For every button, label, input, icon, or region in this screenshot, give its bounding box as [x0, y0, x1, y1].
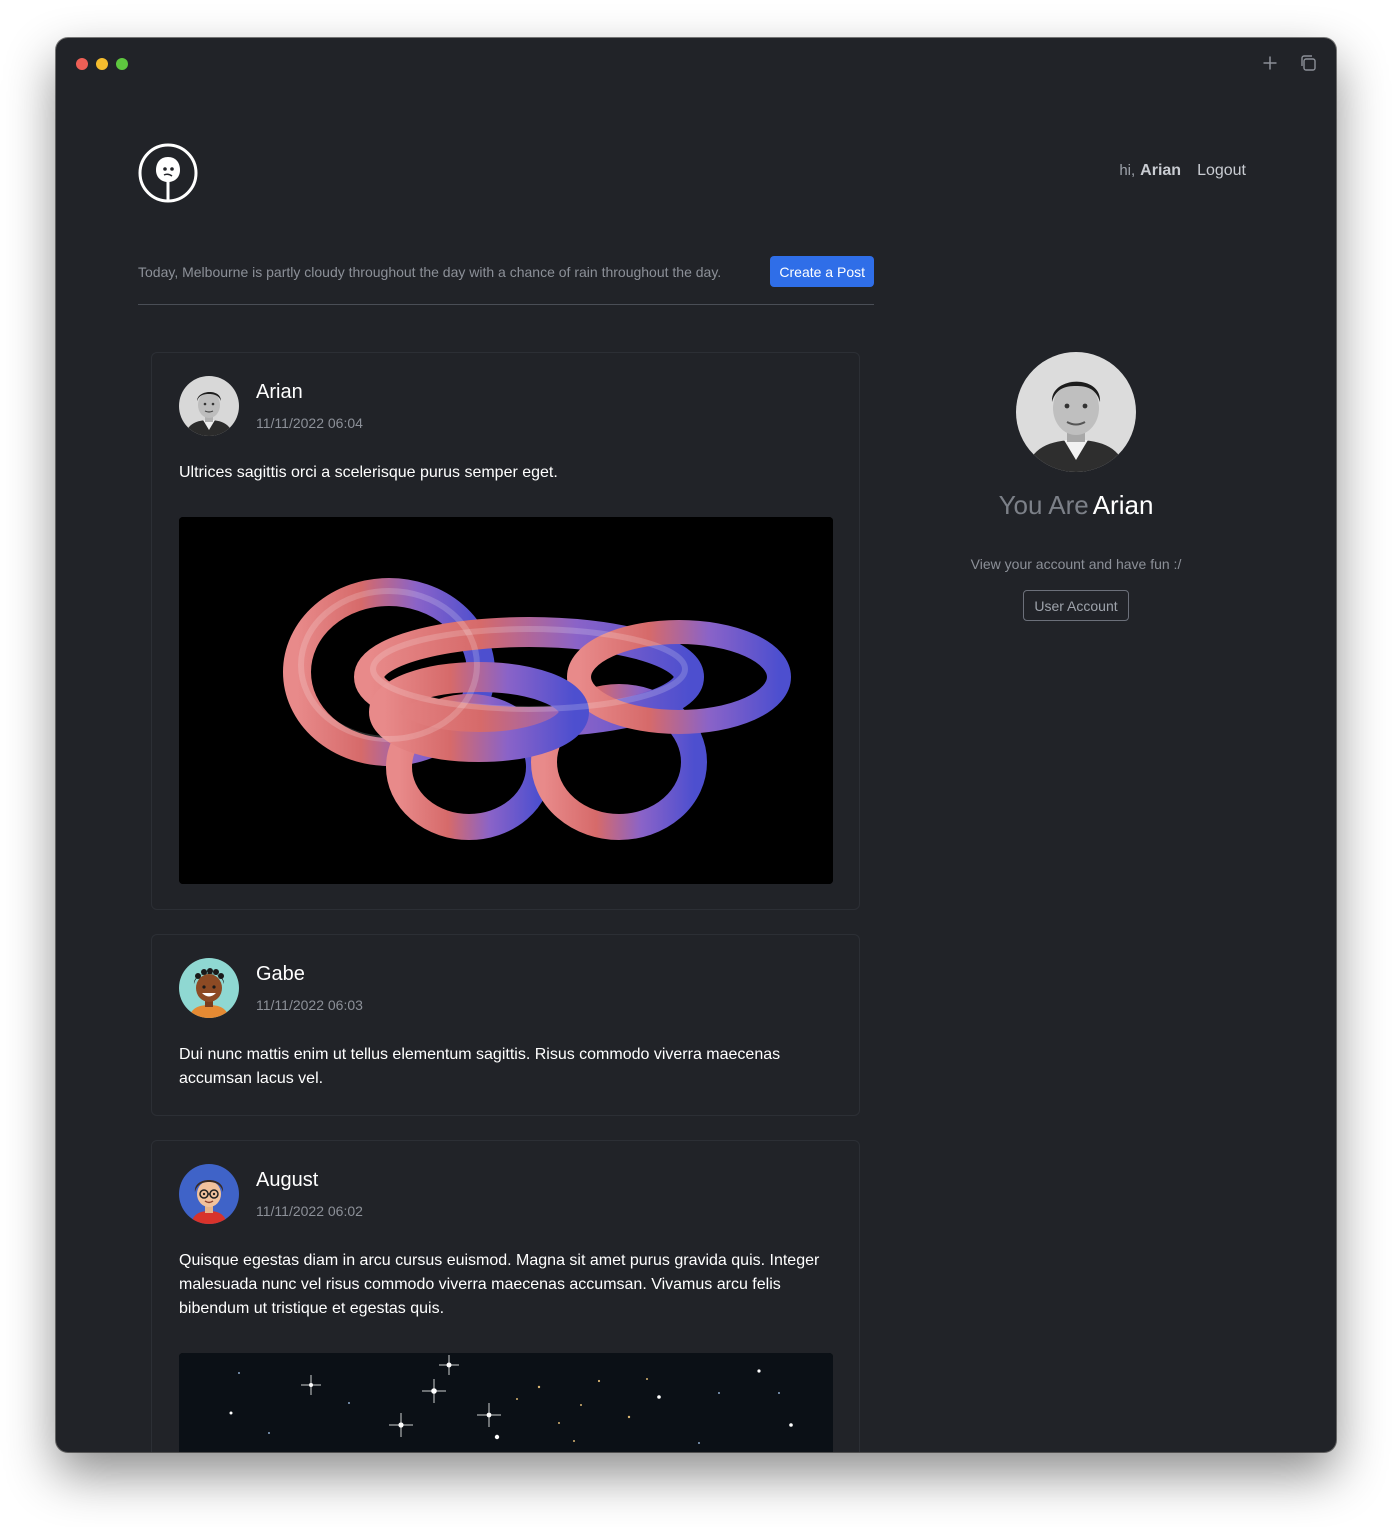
plus-icon	[1263, 56, 1277, 70]
greeting-text: hi,	[1119, 162, 1136, 179]
logout-link[interactable]: Logout	[1197, 162, 1246, 180]
new-tab-button[interactable]	[1260, 53, 1280, 73]
avatar[interactable]	[179, 376, 239, 436]
profile-prefix: You Are	[998, 490, 1089, 520]
close-window-button[interactable]	[76, 58, 88, 70]
post-image-stars	[179, 1353, 833, 1452]
post-date: 11/11/2022 06:04	[256, 415, 363, 431]
post-card: Gabe 11/11/2022 06:03 Dui nunc mattis en…	[151, 934, 860, 1116]
create-post-button[interactable]: Create a Post	[770, 256, 874, 287]
zoom-window-button[interactable]	[116, 58, 128, 70]
post-author[interactable]: Gabe	[256, 963, 305, 986]
post-card: Arian 11/11/2022 06:04 Ultrices sagittis…	[151, 352, 860, 910]
browser-window: hi, Arian Logout Today, Melbourne is par…	[56, 38, 1336, 1452]
weather-summary: Today, Melbourne is partly cloudy throug…	[138, 264, 722, 280]
copy-icon	[1301, 55, 1316, 71]
post-date: 11/11/2022 06:03	[256, 997, 363, 1013]
avatar[interactable]	[179, 958, 239, 1018]
post-text: Ultrices sagittis orci a scelerisque pur…	[179, 464, 558, 481]
profile-subtitle: View your account and have fun :/	[970, 556, 1182, 572]
nav-username[interactable]: Arian	[1140, 162, 1181, 180]
post-image-knot	[179, 517, 833, 884]
profile-avatar[interactable]	[1016, 352, 1136, 472]
minimize-window-button[interactable]	[96, 58, 108, 70]
profile-title: You Are Arian	[956, 490, 1196, 521]
post-date: 11/11/2022 06:02	[256, 1203, 363, 1219]
user-nav: hi, Arian Logout	[1119, 162, 1246, 180]
post-author[interactable]: Arian	[256, 381, 303, 404]
profile-name: Arian	[1092, 490, 1154, 520]
avatar[interactable]	[179, 1164, 239, 1224]
post-text: Quisque egestas diam in arcu cursus euis…	[179, 1252, 820, 1317]
user-account-button[interactable]: User Account	[1023, 590, 1129, 621]
app-logo[interactable]	[138, 143, 198, 203]
post-text: Dui nunc mattis enim ut tellus elementum…	[179, 1046, 781, 1087]
window-controls	[76, 58, 128, 70]
app-logo-icon	[138, 143, 198, 203]
feed-header: Today, Melbourne is partly cloudy throug…	[138, 256, 874, 305]
tab-overview-button[interactable]	[1298, 53, 1318, 73]
post-author[interactable]: August	[256, 1169, 318, 1192]
post-card: August 11/11/2022 06:02 Quisque egestas …	[151, 1140, 860, 1452]
